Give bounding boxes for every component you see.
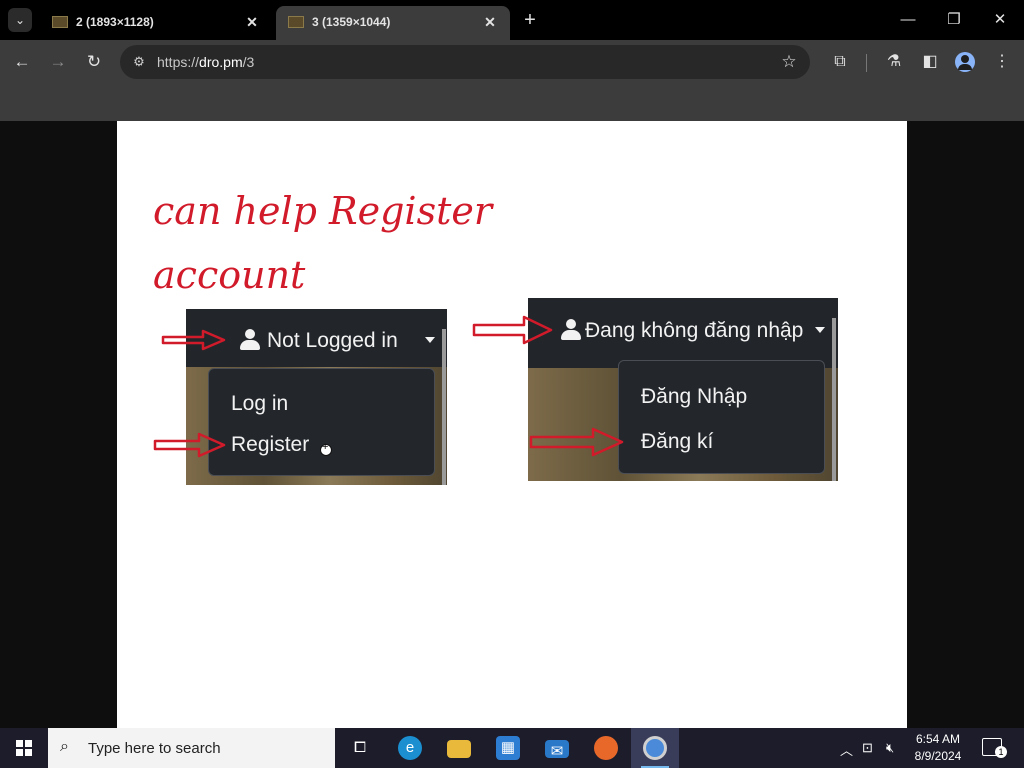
minimize-button[interactable]: — (888, 6, 928, 34)
chrome-icon (643, 736, 667, 760)
displayed-image: can help Register account Not Logged in … (117, 121, 907, 728)
image-favicon-icon (288, 16, 304, 28)
mail-envelope-icon: ✉ (545, 740, 569, 760)
clock-date: 8/9/2024 (914, 749, 962, 763)
volume-muted-icon[interactable]: 🔇︎ (886, 740, 894, 756)
firefox-app[interactable] (582, 728, 630, 768)
menu-item-dang-ki: Đăng kí (641, 430, 714, 453)
clock-time: 6:54 AM (915, 732, 961, 746)
profile-avatar-icon[interactable] (955, 52, 975, 72)
caret-down-icon (425, 337, 435, 343)
notification-count-badge: 1 (995, 746, 1007, 758)
arrow-to-dang-ki (529, 427, 624, 457)
address-bar[interactable]: ⚙ https://dro.pm/3 ☆ (120, 45, 810, 79)
annotation-heading-line-1: can help Register (153, 189, 493, 233)
menu-kebab-icon[interactable]: ⋮ (988, 48, 1016, 76)
caret-down-icon (815, 327, 825, 333)
browser-toolbar: ← → ↻ ⚙ https://dro.pm/3 ☆ ⧉ ⚗ ◧ ⋮ (0, 40, 1024, 84)
bookmarks-bar (0, 84, 1024, 121)
tab-title: 2 (1893×1128) (76, 15, 154, 29)
restore-button[interactable]: ❐ (934, 6, 974, 34)
account-dropdown-menu: Đăng Nhập Đăng kí (618, 360, 825, 474)
tab-strip: ⌄ 2 (1893×1128) ✕ 3 (1359×1044) ✕ + — ❐ … (0, 0, 1024, 40)
store-bag-icon: ▦ (496, 736, 520, 760)
annotation-heading-line-2: account (153, 253, 306, 297)
extensions-icon[interactable]: ⧉ (826, 48, 854, 76)
mail-app[interactable]: ✉ (533, 728, 581, 768)
search-icon: ⌕ (60, 738, 69, 755)
arrow-to-status-en (161, 329, 226, 351)
tab-search-button[interactable]: ⌄ (8, 8, 32, 32)
toolbar-divider (866, 54, 867, 72)
tab-image-3[interactable]: 3 (1359×1044) ✕ (276, 6, 510, 40)
url-text[interactable]: https://dro.pm/3 (157, 54, 254, 70)
login-status-label: Not Logged in (267, 329, 398, 352)
file-explorer-app[interactable] (435, 728, 483, 768)
network-icon[interactable]: ⊡ (862, 740, 873, 756)
page-viewport: can help Register account Not Logged in … (0, 121, 1024, 728)
chevron-up-icon[interactable]: ︿ (840, 740, 853, 759)
tab-image-2[interactable]: 2 (1893×1128) ✕ (40, 6, 272, 40)
site-info-icon[interactable]: ⚙ (130, 53, 148, 71)
task-view-button[interactable]: ⧠ (336, 728, 384, 768)
task-view-icon: ⧠ (353, 739, 366, 756)
close-window-button[interactable]: ✕ (980, 6, 1020, 34)
close-tab-icon[interactable]: ✕ (242, 12, 262, 32)
mouse-cursor-icon (320, 441, 332, 456)
labs-flask-icon[interactable]: ⚗ (880, 48, 908, 76)
windows-taskbar: ⌕ Type here to search ⧠ e ▦ ✉ ︿ ⊡ 🔇︎ 6:5… (0, 728, 1024, 768)
arrow-to-status-vi (472, 315, 553, 345)
start-button[interactable] (0, 728, 48, 768)
system-clock[interactable]: 6:54 AM 8/9/2024 (906, 731, 970, 765)
taskbar-search-box[interactable]: ⌕ Type here to search (48, 728, 335, 768)
edge-app[interactable]: e (386, 728, 434, 768)
chrome-app[interactable] (631, 728, 679, 768)
search-placeholder: Type here to search (88, 740, 221, 757)
back-button[interactable]: ← (8, 48, 36, 76)
image-favicon-icon (52, 16, 68, 28)
store-app[interactable]: ▦ (484, 728, 532, 768)
menu-item-register: Register (231, 433, 310, 456)
user-icon (561, 319, 581, 341)
scrollbar (832, 318, 836, 481)
close-tab-icon[interactable]: ✕ (480, 12, 500, 32)
account-dropdown-menu: Log in Register (208, 368, 435, 476)
user-icon (240, 329, 260, 351)
firefox-icon (594, 736, 618, 760)
menu-item-log-in: Log in (231, 392, 289, 415)
side-panel-icon[interactable]: ◧ (916, 48, 944, 76)
scrollbar (442, 329, 446, 485)
bookmark-star-icon[interactable]: ☆ (778, 51, 800, 73)
folder-icon (447, 740, 471, 758)
arrow-to-register (153, 432, 226, 458)
edge-icon: e (398, 736, 422, 760)
menu-item-dang-nhap: Đăng Nhập (641, 385, 748, 408)
new-tab-button[interactable]: + (518, 8, 542, 32)
reload-button[interactable]: ↻ (80, 48, 108, 76)
forward-button[interactable]: → (44, 48, 72, 76)
tab-title: 3 (1359×1044) (312, 15, 391, 29)
windows-logo-icon (16, 740, 32, 756)
notification-center-icon[interactable]: 1 (982, 738, 1007, 758)
login-status-label: Đang không đăng nhập (585, 319, 804, 342)
